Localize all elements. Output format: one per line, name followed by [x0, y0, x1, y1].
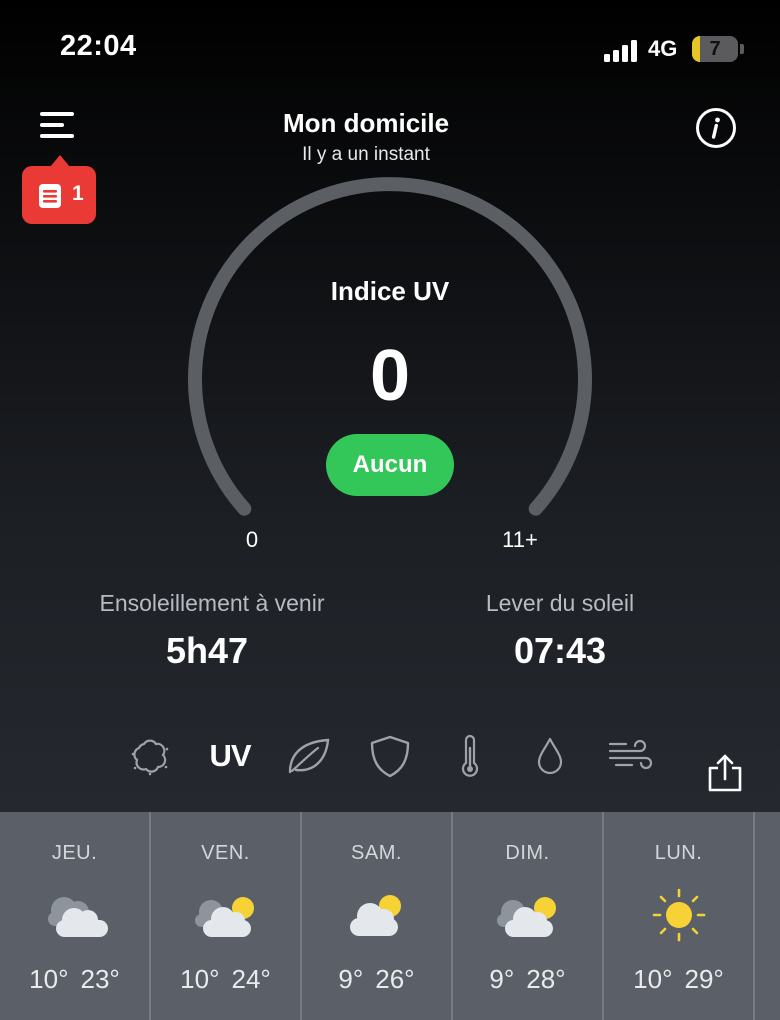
min-temp: 9° — [489, 964, 515, 994]
forecast-day[interactable]: LUN. 10° 29° — [604, 812, 755, 1020]
sunrise-value: 07:43 — [513, 630, 607, 671]
tab-wind[interactable] — [606, 734, 654, 778]
tab-humidity[interactable] — [536, 734, 564, 778]
tab-temperature[interactable] — [458, 734, 482, 778]
pollen-cloud-icon — [131, 739, 169, 776]
min-temp: 10° — [633, 964, 673, 994]
forecast-day-name: VEN. — [201, 842, 250, 864]
forecast-day-name: LUN. — [654, 842, 703, 864]
notification-count: 1 — [72, 182, 84, 205]
last-updated: Il y a un instant — [302, 144, 430, 165]
max-temp: 23° — [80, 964, 120, 994]
forecast-day-name: DIM. — [505, 842, 550, 864]
min-temp: 10° — [29, 964, 69, 994]
cloudy-icon — [48, 897, 108, 937]
menu-icon-bar — [40, 134, 74, 138]
sunrise-label: Lever du soleil — [485, 590, 635, 616]
forecast-day-name: SAM. — [351, 842, 402, 864]
forecast-temps: 10° 24° — [151, 964, 300, 995]
notifications-badge[interactable]: 1 — [22, 155, 96, 224]
min-temp: 10° — [180, 964, 220, 994]
forecast-day-partial — [755, 812, 780, 1020]
tab-air-quality[interactable] — [286, 734, 332, 778]
shield-icon — [370, 735, 410, 778]
forecast-day[interactable]: JEU. 10° 23° — [0, 812, 151, 1020]
network-type: 4G — [648, 36, 678, 61]
min-temp: 9° — [338, 964, 364, 994]
menu-icon-bar — [40, 112, 74, 116]
tab-pollen[interactable] — [128, 734, 172, 778]
gauge-title: Indice UV — [330, 276, 450, 306]
max-temp: 24° — [231, 964, 271, 994]
status-time: 22:04 — [60, 30, 137, 62]
partly-cloudy-icon — [350, 895, 401, 936]
info-icon[interactable] — [695, 107, 737, 149]
forecast-day-name: JEU. — [51, 842, 98, 864]
sunshine-value: 5h47 — [165, 630, 249, 671]
document-list-icon — [39, 184, 61, 208]
forecast-day[interactable]: SAM. 9° 26° — [302, 812, 453, 1020]
max-temp: 28° — [526, 964, 566, 994]
partly-cloudy-icon — [497, 897, 556, 937]
menu-icon-bar — [40, 123, 64, 127]
leaf-icon — [288, 738, 330, 774]
daily-forecast: JEU. 10° 23° VEN. 10° 24° SAM. 9° 26° DIM. … — [0, 812, 780, 1020]
sunshine-label: Ensoleillement à venir — [99, 590, 325, 616]
uv-level-badge: Aucun — [326, 434, 454, 496]
sunny-icon — [652, 888, 706, 942]
battery-percent: 7 — [709, 38, 721, 60]
gauge-min-label: 0 — [245, 527, 259, 552]
location-title[interactable]: Mon domicile — [200, 108, 532, 139]
wind-icon — [608, 739, 653, 770]
share-icon[interactable] — [706, 752, 744, 794]
forecast-day[interactable]: DIM. 9° 28° — [453, 812, 604, 1020]
max-temp: 29° — [684, 964, 724, 994]
thermometer-icon — [461, 734, 479, 777]
partly-cloudy-icon — [195, 897, 254, 937]
uv-index-value: 0 — [369, 336, 411, 416]
gauge-max-label: 11+ — [502, 527, 538, 552]
forecast-temps: 9° 26° — [302, 964, 451, 995]
menu-button[interactable] — [38, 112, 78, 140]
forecast-day[interactable]: VEN. 10° 24° — [151, 812, 302, 1020]
tab-protection[interactable] — [368, 734, 412, 778]
forecast-temps: 10° 23° — [0, 964, 149, 995]
forecast-temps: 10° 29° — [604, 964, 753, 995]
battery-tip — [740, 44, 744, 54]
forecast-temps: 9° 28° — [453, 964, 602, 995]
droplet-icon — [537, 737, 563, 775]
max-temp: 26° — [375, 964, 415, 994]
cellular-signal-icon — [604, 38, 638, 62]
tab-uv[interactable]: UV — [206, 738, 254, 774]
battery-icon: 7 — [692, 36, 738, 62]
